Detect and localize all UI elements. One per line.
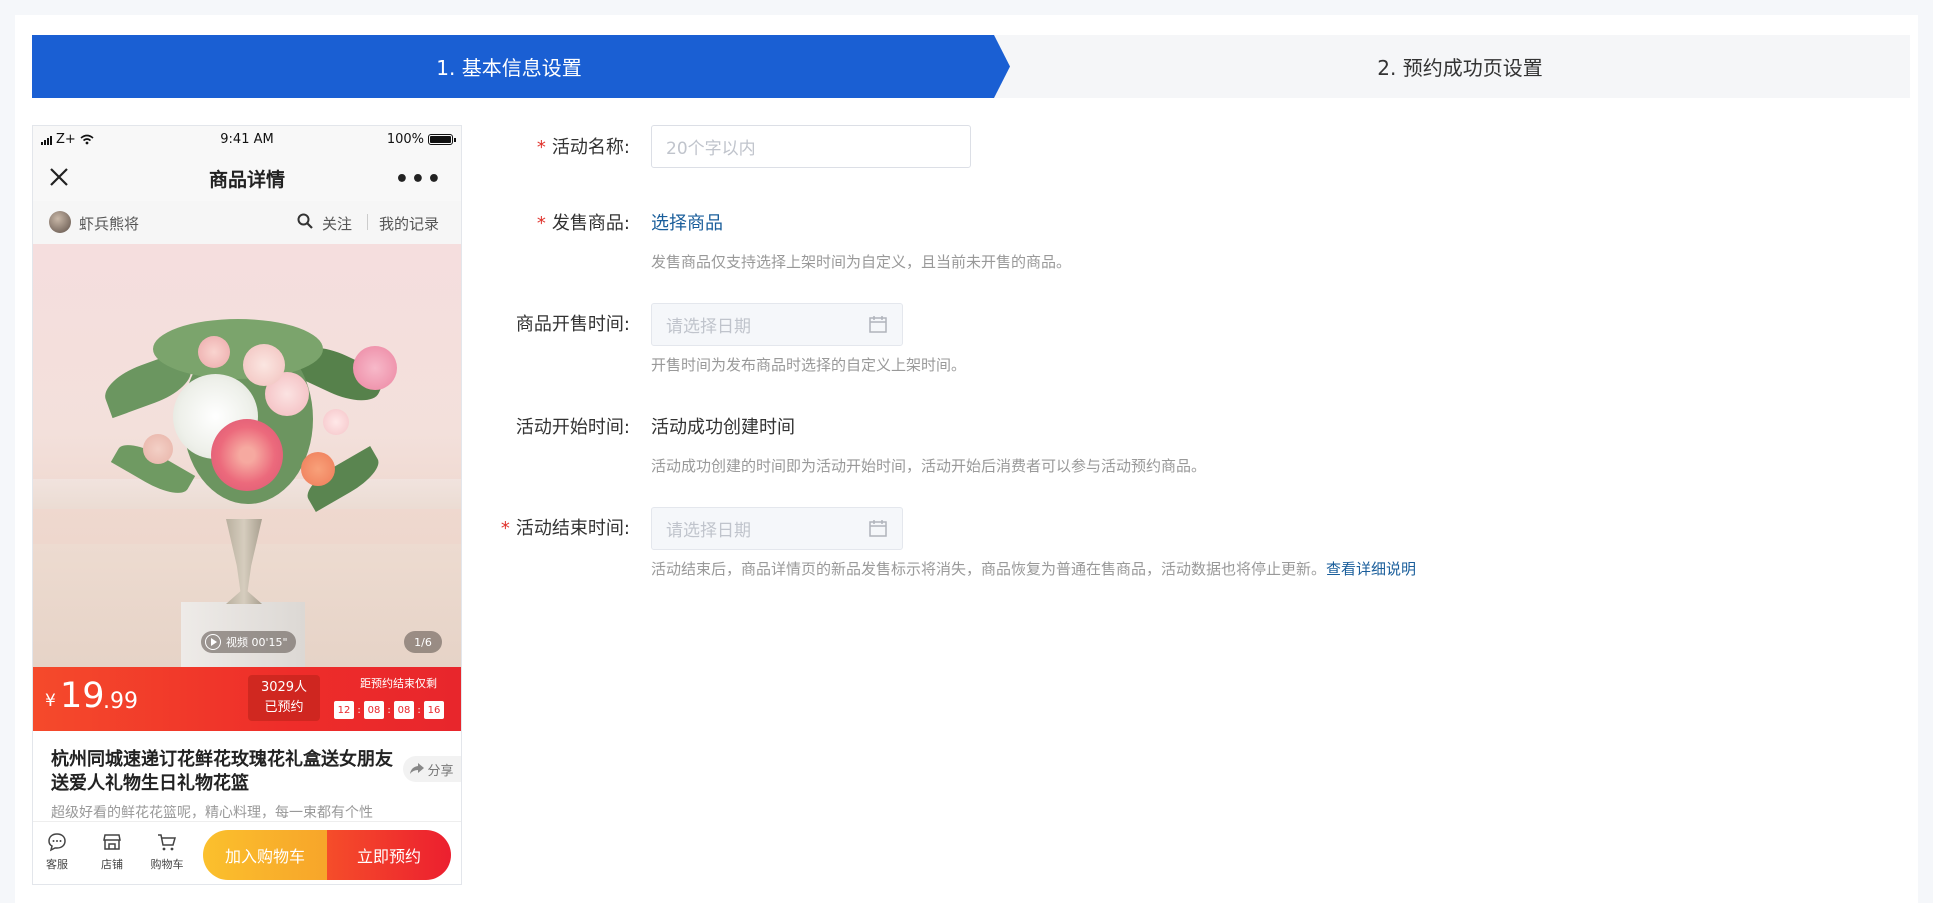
sale-time-date-picker[interactable]: 请选择日期: [651, 303, 903, 346]
my-record-link[interactable]: 我的记录: [379, 213, 439, 234]
service-button[interactable]: 客服: [35, 832, 79, 872]
shop-button[interactable]: 店铺: [90, 832, 134, 872]
service-label: 客服: [46, 858, 68, 871]
book-now-button[interactable]: 立即预约: [327, 830, 451, 880]
countdown-timer: 12 : 08 : 08 : 16: [334, 701, 444, 719]
cart-icon: [158, 834, 176, 851]
activity-name-input[interactable]: 20个字以内: [651, 125, 971, 168]
avatar[interactable]: [49, 211, 71, 233]
booked-count: 3029人: [260, 680, 308, 695]
image-flower: [353, 346, 397, 390]
store-icon: [103, 834, 121, 850]
sale-time-placeholder: 请选择日期: [666, 317, 751, 337]
countdown-separator: :: [417, 704, 421, 716]
sale-product-label: * 发售商品:: [480, 209, 630, 235]
step-success-page[interactable]: 2. 预约成功页设置: [1010, 35, 1910, 98]
calendar-icon: [869, 520, 887, 537]
sale-time-label-text: 商品开售时间:: [515, 314, 630, 335]
image-flower: [143, 434, 173, 464]
calendar-icon: [869, 316, 887, 333]
booked-label: 已预约: [264, 700, 304, 715]
view-details-link[interactable]: 查看详细说明: [1326, 560, 1416, 578]
phone-navbar: 商品详情 •••: [33, 153, 461, 201]
countdown-label: 距预约结束仅剩: [360, 677, 437, 690]
sale-product-help: 发售商品仅支持选择上架时间为自定义，且当前未开售的商品。: [651, 253, 1072, 271]
step-basic-info-label: 1. 基本信息设置: [436, 56, 582, 80]
battery-percent: 100%: [386, 132, 424, 147]
image-pager: 1/6: [404, 631, 442, 653]
product-title: 杭州同城速递订花鲜花玫瑰花礼盒送女朋友送爱人礼物生日礼物花篮: [51, 749, 393, 794]
divider: [367, 214, 368, 230]
end-time-date-picker[interactable]: 请选择日期: [651, 507, 903, 550]
follow-link[interactable]: 关注: [322, 213, 352, 234]
start-time-help: 活动成功创建的时间即为活动开始时间，活动开始后消费者可以参与活动预约商品。: [651, 457, 1207, 475]
step-success-page-label: 2. 预约成功页设置: [1377, 56, 1543, 80]
cart-label: 购物车: [150, 858, 184, 871]
search-icon[interactable]: [296, 212, 314, 230]
steps-bar: 1. 基本信息设置 2. 预约成功页设置: [32, 35, 1910, 98]
add-to-cart-button[interactable]: 加入购物车: [203, 830, 327, 880]
image-flower: [243, 344, 285, 386]
end-time-help-text: 活动结束后，商品详情页的新品发售标示将消失，商品恢复为普通在售商品，活动数据也将…: [651, 560, 1327, 578]
status-bar: Z+ 9:41 AM 100%: [33, 126, 461, 153]
image-flower: [211, 419, 283, 491]
select-product-link[interactable]: 选择商品: [651, 209, 723, 235]
countdown-cell: 08: [364, 701, 384, 719]
sale-product-label-text: 发售商品:: [551, 213, 630, 234]
action-bar: 客服 店铺 购物车 加入购物车 立即预约: [33, 821, 461, 884]
countdown-cell: 16: [424, 701, 444, 719]
price-currency: ¥: [45, 691, 56, 711]
required-mark: *: [500, 518, 510, 539]
step-basic-info[interactable]: 1. 基本信息设置: [32, 35, 1010, 98]
share-icon: [410, 763, 425, 774]
countdown-separator: :: [387, 704, 391, 716]
end-time-help: 活动结束后，商品详情页的新品发售标示将消失，商品恢复为普通在售商品，活动数据也将…: [651, 558, 1416, 579]
activity-name-label: * 活动名称:: [480, 133, 630, 159]
share-label: 分享: [427, 763, 454, 779]
product-image[interactable]: 视频 00'15" 1/6: [33, 244, 461, 667]
share-button[interactable]: 分享: [403, 756, 461, 782]
end-time-label: * 活动结束时间:: [480, 514, 630, 540]
end-time-placeholder: 请选择日期: [666, 521, 751, 541]
start-time-value: 活动成功创建时间: [651, 417, 795, 438]
chat-icon: [48, 833, 66, 852]
shop-label: 店铺: [101, 858, 123, 871]
countdown-separator: :: [357, 704, 361, 716]
image-flower: [323, 409, 349, 435]
shop-name[interactable]: 虾兵熊将: [79, 213, 139, 234]
battery-icon: [428, 134, 456, 145]
cart-button[interactable]: 购物车: [145, 832, 189, 872]
price-decimal: .99: [103, 689, 138, 714]
start-time-label: 活动开始时间:: [480, 413, 630, 439]
sale-time-help: 开售时间为发布商品时选择的自定义上架时间。: [651, 356, 967, 374]
countdown-cell: 12: [334, 701, 354, 719]
price-integer: 19: [60, 676, 105, 716]
required-mark: *: [536, 137, 546, 158]
image-leaf: [153, 319, 323, 379]
sale-time-label: 商品开售时间:: [480, 310, 630, 336]
booked-count-badge: 3029人 已预约: [248, 675, 320, 721]
video-duration: 视频 00'15": [226, 636, 288, 649]
more-icon[interactable]: •••: [395, 167, 443, 192]
product-description: 超级好看的鲜花花篮呢，精心料理，每一束都有个性: [51, 805, 373, 821]
required-mark: *: [536, 213, 546, 234]
image-flower: [301, 452, 335, 486]
price-bar: ¥ 19 .99 3029人 已预约 距预约结束仅剩 12 : 08 : 08 …: [33, 667, 461, 731]
countdown-cell: 08: [394, 701, 414, 719]
activity-name-label-text: 活动名称:: [551, 137, 630, 158]
phone-preview: Z+ 9:41 AM 100% 商品详情 ••• 虾兵熊将 关注 我的记录 视频…: [32, 125, 462, 885]
video-button[interactable]: 视频 00'15": [201, 631, 296, 653]
start-time-label-text: 活动开始时间:: [515, 417, 630, 438]
shop-bar: 虾兵熊将 关注 我的记录: [33, 201, 461, 244]
image-flower: [198, 336, 230, 368]
play-icon: [205, 634, 221, 650]
end-time-label-text: 活动结束时间:: [515, 518, 630, 539]
